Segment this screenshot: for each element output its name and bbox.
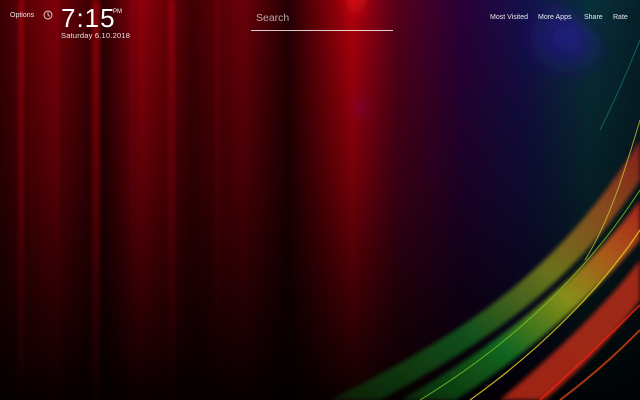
clock-period: PM xyxy=(113,9,122,15)
options-link[interactable]: Options xyxy=(10,12,34,19)
clock-icon-glyph xyxy=(43,10,53,20)
rate-link[interactable]: Rate xyxy=(613,14,628,21)
clock-date: Saturday 6.10.2018 xyxy=(61,31,131,40)
search-input[interactable] xyxy=(251,8,393,28)
top-bar: Options 7:15 PM Saturday 6.10.2018 Most … xyxy=(0,0,640,60)
search-box xyxy=(251,8,393,31)
most-visited-link[interactable]: Most Visited xyxy=(490,14,528,21)
wallpaper-background xyxy=(0,0,640,400)
clock-icon[interactable] xyxy=(43,10,53,20)
new-tab-page: Options 7:15 PM Saturday 6.10.2018 Most … xyxy=(0,0,640,400)
clock-time: 7:15 xyxy=(61,3,116,33)
more-apps-link[interactable]: More Apps xyxy=(538,14,571,21)
share-link[interactable]: Share xyxy=(584,14,603,21)
